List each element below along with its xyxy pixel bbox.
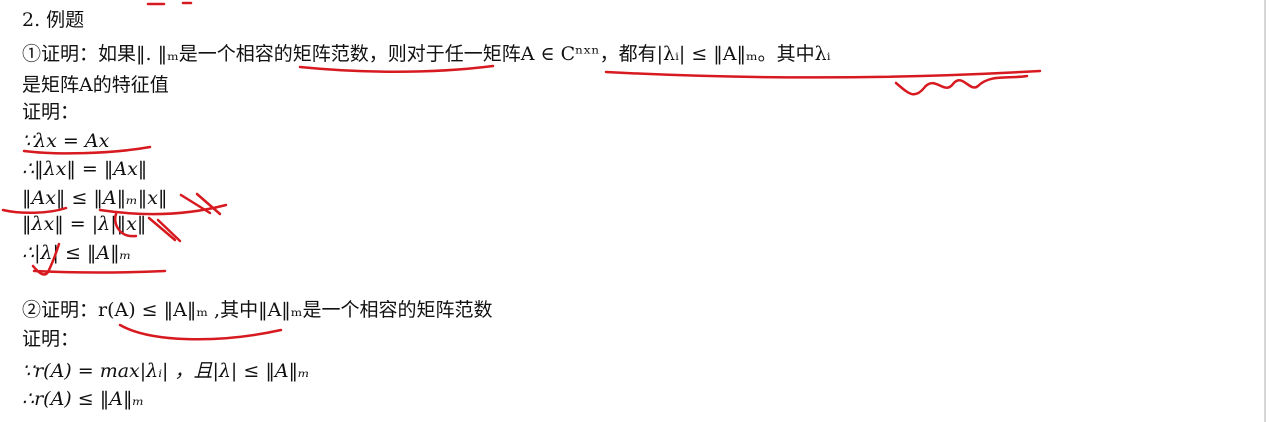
proof-1-step-1: ∵λx = Ax (22, 130, 110, 152)
problem-1-statement-continued: 是矩阵A的特征值 (22, 74, 169, 96)
proof-1-step-3: ‖Ax‖ ≤ ‖A‖ₘ‖x‖ (22, 187, 168, 209)
page-edge-divider (1264, 0, 1266, 422)
proof-1-step-2: ∴‖λx‖ = ‖Ax‖ (22, 158, 148, 180)
underline-conclusion (32, 269, 167, 274)
problem-1-statement: ①证明：如果‖. ‖ₘ是一个相容的矩阵范数，则对于任一矩阵A ∈ Cⁿˣⁿ，都有… (22, 43, 831, 65)
proof-1-label: 证明： (22, 101, 80, 123)
proof-2-label: 证明： (22, 328, 80, 350)
scribble-under-lambda-bound (894, 74, 1029, 96)
underline-spectral-radius (118, 323, 283, 341)
proof-1-conclusion: ∴|λ| ≤ ‖A‖ₘ (22, 242, 132, 264)
strike-x-right (156, 218, 182, 243)
problem-2-statement: ②证明：r(A) ≤ ‖A‖ₘ ,其中‖A‖ₘ是一个相容的矩阵范数 (22, 299, 493, 321)
proof-1-step-4: ‖λx‖ = |λ|‖x‖ (22, 213, 147, 235)
strike-norm-x-left (179, 193, 212, 215)
strike-norm-x-right (195, 192, 222, 216)
section-heading: 2. 例题 (22, 9, 85, 31)
underline-theorem-clause (604, 69, 1042, 79)
strike-x-left (147, 216, 177, 242)
proof-2-step-1: ∵r(A) = max|λᵢ| ，且|λ| ≤ ‖A‖ₘ (22, 360, 310, 382)
proof-2-conclusion: ∴r(A) ≤ ‖A‖ₘ (22, 388, 145, 410)
document-page: 2. 例题 ①证明：如果‖. ‖ₘ是一个相容的矩阵范数，则对于任一矩阵A ∈ C… (0, 0, 1278, 422)
